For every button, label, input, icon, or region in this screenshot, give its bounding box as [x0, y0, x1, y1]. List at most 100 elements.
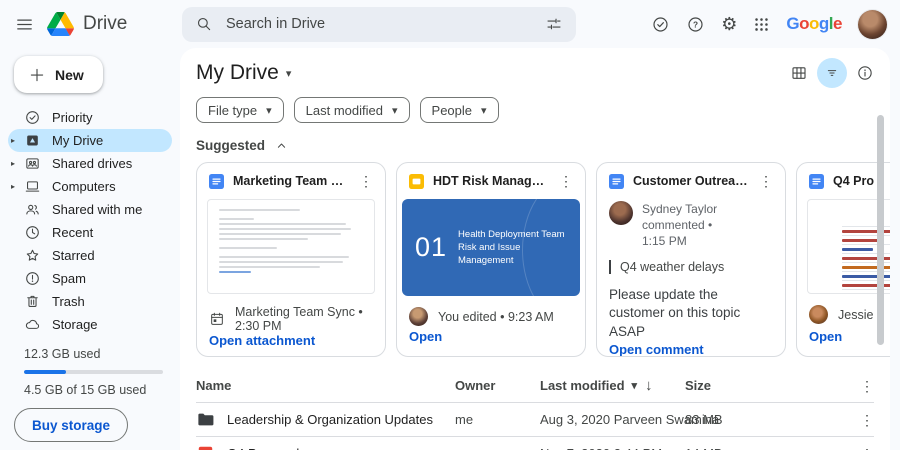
filter-chip-file-type[interactable]: File type ▾	[196, 97, 284, 123]
search-options-icon[interactable]	[545, 15, 563, 33]
suggested-card-customer-outreach[interactable]: Customer Outreach... ⋮ Sydney Taylor com…	[596, 162, 786, 357]
commenter-name: Sydney Taylor commented •	[642, 202, 718, 233]
editor-avatar	[409, 307, 428, 326]
expand-arrow-icon[interactable]: ▸	[11, 182, 15, 191]
grid-view-icon[interactable]	[790, 64, 808, 82]
more-options-icon[interactable]: ⋮	[359, 174, 373, 188]
suggested-section-toggle[interactable]: Suggested	[196, 137, 874, 153]
open-link[interactable]: Open	[397, 329, 585, 356]
storage-quota-label: 4.5 GB of 15 GB used	[24, 383, 147, 397]
column-header-modified[interactable]: Last modified ▾	[540, 378, 645, 393]
more-options-icon[interactable]: ⋮	[860, 413, 874, 427]
table-row[interactable]: Q4 Proposals me Nov 7, 2020 2:44 PM 14 M…	[196, 437, 874, 450]
trash-icon	[24, 293, 41, 310]
chevron-down-icon: ▾	[285, 67, 292, 80]
card-footer-text: Marketing Team Sync • 2:30 PM	[235, 305, 363, 333]
suggested-card-marketing[interactable]: Marketing Team Meetin... ⋮ M	[196, 162, 386, 357]
suggested-label: Suggested	[196, 137, 266, 153]
slides-file-icon	[409, 173, 424, 189]
main-panel: My Drive ▾ File type ▾ Last modified ▾ Peo…	[180, 48, 890, 450]
storage-progress-fill	[24, 370, 66, 374]
vertical-scrollbar[interactable]	[877, 115, 884, 345]
plus-icon	[28, 66, 46, 84]
sidebar-item-starred[interactable]: Starred	[8, 244, 172, 267]
chevron-down-icon: ▾	[266, 104, 272, 117]
expand-arrow-icon[interactable]: ▸	[11, 159, 15, 168]
folder-icon	[196, 410, 215, 429]
open-comment-link[interactable]: Open comment	[597, 342, 785, 356]
more-options-icon[interactable]: ⋮	[860, 379, 874, 393]
column-header-owner[interactable]: Owner	[455, 378, 540, 393]
google-wordmark: Google	[786, 14, 842, 33]
open-attachment-link[interactable]: Open attachment	[197, 333, 385, 356]
file-owner: me	[455, 412, 474, 427]
search-input[interactable]	[224, 15, 534, 33]
file-owner: me	[455, 446, 540, 450]
sidebar-item-my-drive[interactable]: ▸ My Drive	[8, 129, 172, 152]
sidebar-item-priority[interactable]: Priority	[8, 106, 172, 129]
sidebar-item-shared-with-me[interactable]: Shared with me	[8, 198, 172, 221]
priority-icon	[24, 109, 41, 126]
settings-gear-icon[interactable]: ⚙	[721, 15, 737, 33]
filter-chips: File type ▾ Last modified ▾ People ▾	[196, 97, 874, 123]
docs-file-icon	[609, 173, 624, 189]
docs-file-icon	[809, 173, 824, 189]
shared-drives-icon	[24, 155, 41, 172]
hamburger-menu-icon[interactable]	[15, 15, 34, 34]
chevron-up-icon	[274, 138, 289, 153]
filter-button[interactable]	[817, 58, 847, 88]
filter-chip-last-modified[interactable]: Last modified ▾	[293, 97, 410, 123]
sidebar-item-shared-drives[interactable]: ▸ Shared drives	[8, 152, 172, 175]
storage-used-label: 12.3 GB used	[24, 347, 101, 361]
column-header-size[interactable]: Size	[685, 378, 854, 393]
comment-time: 1:15 PM	[642, 234, 687, 249]
comment-quote: Q4 weather delays	[609, 259, 773, 274]
suggested-card-hdt-risk[interactable]: HDT Risk Management ⋮ 01 Health Deployme…	[396, 162, 586, 357]
spam-icon	[24, 270, 41, 287]
column-header-name[interactable]: Name	[196, 378, 455, 393]
help-icon[interactable]: ?	[686, 15, 705, 34]
filter-chip-people[interactable]: People ▾	[419, 97, 499, 123]
calendar-icon	[209, 311, 225, 327]
sidebar-item-computers[interactable]: ▸ Computers	[8, 175, 172, 198]
suggested-card-q4[interactable]: Q4 Pro ⋮ Jessie Open	[796, 162, 890, 357]
chevron-down-icon: ▾	[631, 380, 638, 392]
sort-direction-icon[interactable]: ↓	[645, 377, 685, 394]
topbar-right: ? ⚙ Google	[651, 9, 900, 39]
topbar-left: Drive	[0, 12, 180, 36]
sidebar-item-spam[interactable]: Spam	[8, 267, 172, 290]
shared-with-me-icon	[24, 201, 41, 218]
comment-body: Please update the customer on this topic…	[609, 286, 741, 340]
svg-text:?: ?	[693, 19, 698, 29]
page-title-dropdown[interactable]: My Drive ▾	[196, 61, 291, 85]
file-table: Name Owner Last modified ▾ ↓ Size ⋮ Lead…	[196, 369, 874, 450]
offline-status-icon[interactable]	[651, 15, 670, 34]
apps-grid-icon[interactable]	[753, 16, 770, 33]
account-avatar[interactable]	[858, 9, 887, 39]
star-icon	[24, 247, 41, 264]
sidebar-item-storage[interactable]: Storage	[8, 313, 172, 336]
computers-icon	[24, 178, 41, 195]
chevron-down-icon: ▾	[392, 104, 398, 117]
drive-logo[interactable]	[47, 12, 74, 36]
file-modified: Nov 7, 2020 2:44 PM	[540, 446, 685, 450]
sidebar-item-recent[interactable]: Recent	[8, 221, 172, 244]
more-options-icon[interactable]: ⋮	[860, 447, 874, 450]
suggested-cards: Marketing Team Meetin... ⋮ M	[196, 162, 890, 357]
new-button[interactable]: New	[14, 56, 103, 93]
search-bar[interactable]	[182, 6, 576, 42]
table-row[interactable]: Leadership & Organization Updates me Aug…	[196, 403, 874, 437]
more-options-icon[interactable]: ⋮	[759, 174, 773, 188]
card-footer-text: You edited • 9:23 AM	[438, 309, 554, 324]
more-options-icon[interactable]: ⋮	[559, 174, 573, 188]
info-icon[interactable]	[856, 64, 874, 82]
expand-arrow-icon[interactable]: ▸	[11, 136, 15, 145]
buy-storage-button[interactable]: Buy storage	[14, 408, 129, 442]
chevron-down-icon: ▾	[481, 104, 487, 117]
sidebar: New Priority ▸ My Drive ▸ Shared drives …	[0, 48, 180, 450]
pdf-file-icon	[196, 444, 215, 450]
commenter-avatar	[609, 201, 633, 225]
cloud-icon	[24, 316, 41, 333]
sidebar-item-trash[interactable]: Trash	[8, 290, 172, 313]
search-icon	[195, 15, 213, 33]
